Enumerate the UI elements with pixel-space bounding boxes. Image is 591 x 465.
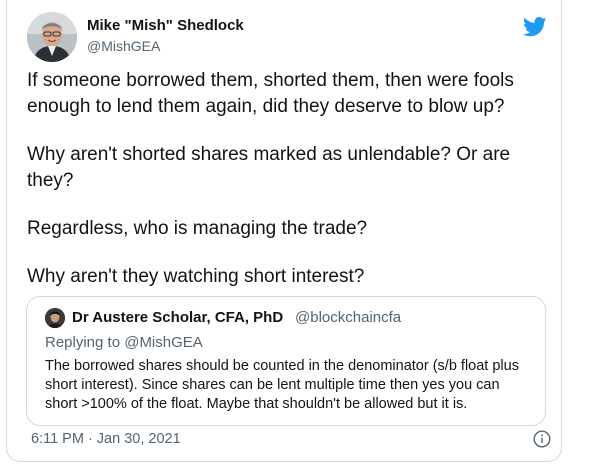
quoted-author-name[interactable]: Dr Austere Scholar, CFA, PhD [72,309,283,326]
info-icon[interactable] [533,430,551,448]
quoted-tweet[interactable]: Dr Austere Scholar, CFA, PhD @blockchain… [26,296,546,426]
quoted-author-handle[interactable]: @blockchaincfa [295,309,401,326]
quoted-author-avatar[interactable] [45,308,65,328]
tweet-paragraph: If someone borrowed them, shorted them, … [27,70,514,117]
author-name[interactable]: Mike "Mish" Shedlock [87,17,244,34]
replying-to-label: Replying to @MishGEA [45,334,203,351]
tweet-timestamp[interactable]: 6:11 PM · Jan 30, 2021 [31,431,181,447]
tweet-body: If someone borrowed them, shorted them, … [27,68,547,312]
tweet-paragraph: Why aren't they watching short interest? [27,266,365,287]
tweet-card[interactable]: Mike "Mish" Shedlock @MishGEA If someone… [6,0,562,462]
tweet-paragraph: Regardless, who is managing the trade? [27,218,368,239]
twitter-bird-icon[interactable] [522,16,547,38]
tweet-paragraph: Why aren't shorted shares marked as unle… [27,144,511,191]
author-handle[interactable]: @MishGEA [87,38,160,54]
author-avatar[interactable] [27,12,77,62]
quoted-tweet-text: The borrowed shares should be counted in… [45,358,519,412]
